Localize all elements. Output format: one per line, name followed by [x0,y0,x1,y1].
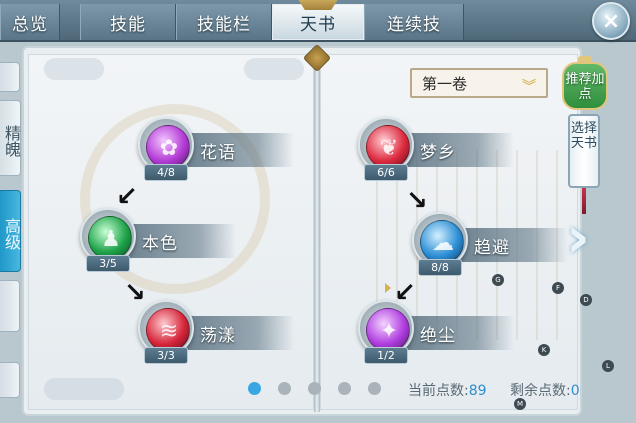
tab-skills[interactable]: 技能 [80,4,176,40]
skill-name: 绝尘 [420,326,456,346]
tab-overview[interactable]: 总览 [0,4,60,40]
current-points: 当前点数:89 [408,380,487,400]
page-dot[interactable] [368,382,381,395]
skill-name: 荡漾 [200,326,236,346]
skill-level-count: 3/5 [86,255,130,272]
page-dot[interactable] [278,382,291,395]
side-stub-bottom[interactable] [0,362,20,398]
overlay-marker: M [514,398,526,410]
skill-name: 趋避 [474,238,510,258]
skill-level-count: 1/2 [364,347,408,364]
skill-node-bense[interactable]: 本色 ♟ 3/5 [80,208,236,282]
dust-skill-icon: ✦ [366,308,410,352]
choose-book-button[interactable]: 选择天书 [568,114,600,188]
skill-level-count: 3/3 [144,347,188,364]
tree-arrow-down-right: ↘ [124,278,146,308]
tab-combo-skills[interactable]: 连续技 [364,4,464,40]
skill-name: 花语 [200,143,236,163]
tab-skill-bar[interactable]: 技能栏 [176,4,272,40]
book-spine [314,52,320,412]
skill-node-qubi[interactable]: 趋避 ☁ 8/8 [412,212,568,286]
tree-arrow-down-left: ↙ [394,278,416,308]
page-dot[interactable] [248,382,261,395]
volume-selected-label: 第一卷 [422,74,468,93]
flower-skill-icon: ✿ [146,125,190,169]
page-dot[interactable] [308,382,321,395]
skill-level-count: 6/6 [364,164,408,181]
close-button[interactable]: × [592,2,630,40]
page-dot[interactable] [338,382,351,395]
overlay-marker: L [602,360,614,372]
skill-node-huayu[interactable]: 花语 ✿ 4/8 [138,117,294,191]
remaining-points-label: 剩余点数: [510,383,571,399]
current-points-label: 当前点数: [408,383,469,399]
current-points-value: 89 [468,383,487,399]
skill-level-count: 4/8 [144,164,188,181]
side-stub-mid[interactable] [0,280,20,332]
remaining-points: 剩余点数:0 [510,380,580,400]
side-stub-top[interactable] [0,62,20,92]
skill-name: 本色 [142,234,178,254]
overlay-marker: K [538,344,550,356]
skill-node-juechen[interactable]: 绝尘 ✦ 1/2 [358,300,514,374]
cloud-decoration [44,378,124,400]
recommend-points-button[interactable]: 推荐加点 [562,62,608,110]
remaining-points-value: 0 [570,383,580,399]
skill-level-count: 8/8 [418,259,462,276]
cloud-decoration [244,58,304,80]
overlay-marker: F [552,282,564,294]
wave-skill-icon: ≋ [146,308,190,352]
tree-arrow-down-left: ↙ [116,182,138,212]
close-icon: × [601,8,621,34]
overlay-marker: D [580,294,592,306]
overlay-marker: G [492,274,504,286]
skill-node-dangyang[interactable]: 荡漾 ≋ 3/3 [138,300,294,374]
skill-name: 梦乡 [420,143,456,163]
figure-skill-icon: ♟ [88,216,132,260]
tab-bar: 总览 技能 技能栏 天书 连续技 [0,0,636,42]
dodge-skill-icon: ☁ [420,220,464,264]
side-tab-advanced[interactable]: 高级 [0,190,21,272]
tree-arrow-down-right: ↘ [406,186,428,216]
volume-dropdown[interactable]: 第一卷 ︾ [410,68,548,98]
cloud-decoration [44,58,104,80]
pointer-cursor [385,283,391,293]
skill-node-mengxiang[interactable]: 梦乡 ❦ 6/6 [358,117,514,191]
side-tab-essence[interactable]: 精魄 [0,100,21,176]
dream-skill-icon: ❦ [366,125,410,169]
chevron-down-icon: ︾ [522,79,536,95]
chevron-right-icon[interactable]: › [566,208,600,266]
